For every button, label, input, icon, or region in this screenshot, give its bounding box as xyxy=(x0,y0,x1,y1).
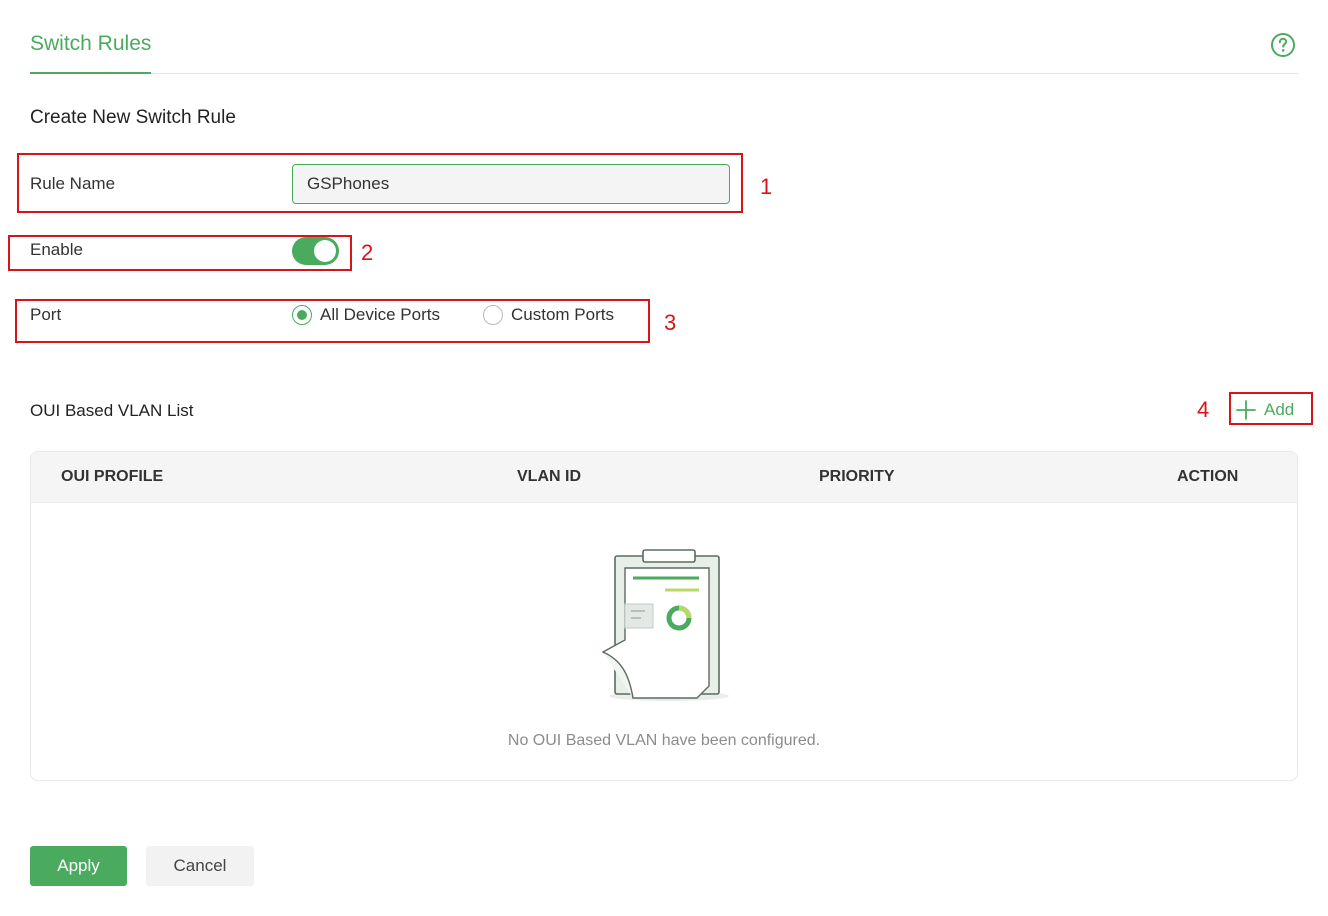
column-header-vlan-id[interactable]: VLAN ID xyxy=(517,468,581,486)
annotation-number-1: 1 xyxy=(760,174,773,199)
add-button[interactable]: Add xyxy=(1236,398,1294,422)
add-label: Add xyxy=(1264,400,1295,419)
column-header-oui-profile[interactable]: OUI PROFILE xyxy=(61,468,163,486)
tab-switch-rules[interactable]: Switch Rules xyxy=(30,32,152,74)
annotation-number-3: 3 xyxy=(664,310,677,335)
cancel-button[interactable]: Cancel xyxy=(146,846,254,886)
table-header: OUI PROFILE VLAN ID PRIORITY ACTION xyxy=(31,452,1297,503)
annotation-number-2: 2 xyxy=(361,240,374,265)
column-header-priority[interactable]: PRIORITY xyxy=(819,468,895,486)
vlan-table: OUI PROFILE VLAN ID PRIORITY ACTION No O… xyxy=(30,451,1298,781)
help-icon[interactable] xyxy=(1270,32,1296,58)
annotation-box-3 xyxy=(15,299,650,343)
tab-bar: Switch Rules xyxy=(30,0,1298,74)
annotation-box-1 xyxy=(17,153,743,213)
empty-state-message: No OUI Based VLAN have been configured. xyxy=(507,732,821,749)
column-header-action[interactable]: ACTION xyxy=(1177,468,1238,486)
annotation-box-2 xyxy=(8,235,352,271)
apply-button[interactable]: Apply xyxy=(30,846,127,886)
plus-icon xyxy=(1236,400,1256,420)
annotation-number-4: 4 xyxy=(1197,397,1210,422)
clipboard-chart-icon xyxy=(601,549,729,701)
vlan-list-title: OUI Based VLAN List xyxy=(30,401,194,420)
section-title: Create New Switch Rule xyxy=(30,107,236,128)
